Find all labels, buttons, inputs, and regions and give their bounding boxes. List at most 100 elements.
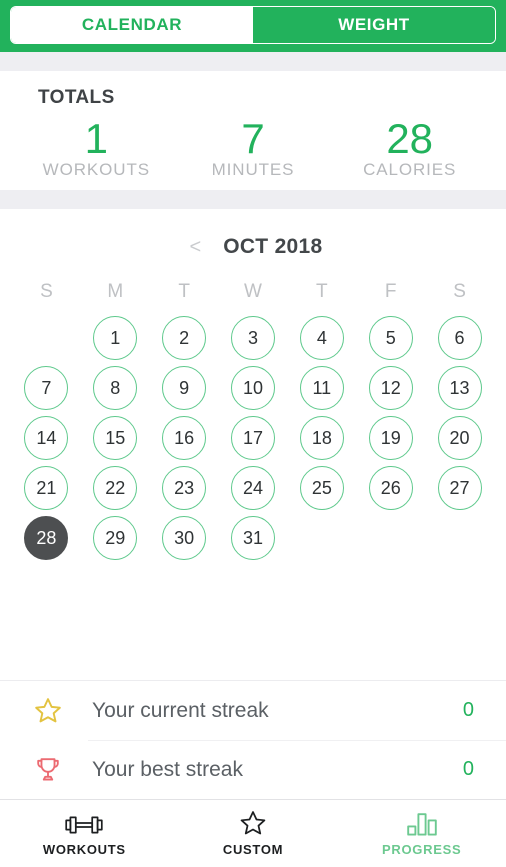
weekday-label-4: T [316,281,328,303]
calendar-day[interactable]: 14 [24,416,69,461]
calendar-day-cell: 5 [356,313,425,363]
total-workouts: 1 WORKOUTS [18,115,175,180]
streaks-section: Your current streak 0 Your best streak 0 [0,680,506,799]
calendar-day-cell: 29 [81,513,150,563]
calendar-day[interactable]: 1 [93,316,138,361]
calendar-day[interactable]: 16 [162,416,207,461]
calendar-month-label: OCT 2018 [223,235,323,259]
divider-band-middle [0,190,506,210]
calendar-day[interactable]: 22 [93,466,138,511]
calendar-day[interactable]: 30 [162,516,207,561]
streak-current-value: 0 [462,699,474,721]
calendar-day-cell: 22 [81,463,150,513]
total-minutes-label: MINUTES [211,160,295,180]
calendar-day-today[interactable]: 28 [24,516,69,561]
total-calories-value: 28 [386,115,434,162]
calendar-day[interactable]: 27 [437,466,482,511]
divider-band-top [0,52,506,71]
calendar-weekday-header: SMTWTFS [0,281,506,303]
total-calories-label: CALORIES [363,160,457,180]
calendar-day-cell: 20 [425,413,494,463]
calendar-day-cell: 14 [12,413,81,463]
calendar-day[interactable]: 3 [230,316,275,361]
weekday-label-2: T [178,281,190,303]
calendar-day[interactable]: 19 [368,416,413,461]
weekday-label-1: M [107,281,124,303]
calendar-day[interactable]: 2 [162,316,207,361]
calendar-day[interactable]: 7 [24,366,69,411]
calendar-day-cell: 27 [425,463,494,513]
nav-label-progress: PROGRESS [382,841,462,857]
nav-item-workouts[interactable]: WORKOUTS [0,800,169,867]
nav-item-progress[interactable]: PROGRESS [337,800,506,867]
calendar-day-cell: 11 [287,363,356,413]
tab-calendar[interactable]: CALENDAR [11,7,253,43]
calendar-day[interactable]: 21 [24,466,69,511]
chevron-left-icon[interactable]: < [184,235,208,259]
calendar-day[interactable]: 12 [368,366,413,411]
total-calories: 28 CALORIES [331,115,488,180]
total-workouts-value: 1 [84,115,109,162]
calendar-day[interactable]: 5 [368,316,413,361]
calendar-day[interactable]: 11 [299,366,344,411]
calendar-day[interactable]: 23 [162,466,207,511]
dumbbell-icon [64,811,104,837]
calendar-day[interactable]: 10 [230,366,275,411]
streak-row-best[interactable]: Your best streak 0 [0,740,506,799]
calendar-day[interactable]: 17 [230,416,275,461]
calendar-day[interactable]: 31 [230,516,275,561]
streak-current-label: Your current streak [92,698,269,722]
calendar-day-cell: 4 [287,313,356,363]
app-screen: CALENDAR WEIGHT TOTALS 1 WORKOUTS 7 MINU… [0,0,506,867]
calendar-day-cell: 26 [356,463,425,513]
calendar-day[interactable]: 15 [93,416,138,461]
calendar-blank-cell [12,313,81,363]
calendar-day-cell: 8 [81,363,150,413]
calendar-day-cell: 16 [150,413,219,463]
calendar-day-cell: 13 [425,363,494,413]
weekday-label-5: F [384,281,397,303]
segmented-control: CALENDAR WEIGHT [10,6,496,44]
calendar-day[interactable]: 9 [162,366,207,411]
calendar-day-cell: 12 [356,363,425,413]
star-icon [28,696,68,725]
nav-label-custom: CUSTOM [222,841,284,857]
calendar-day[interactable]: 24 [230,466,275,511]
calendar-day[interactable]: 8 [93,366,138,411]
calendar-day[interactable]: 13 [437,366,482,411]
calendar-day[interactable]: 25 [299,466,344,511]
nav-item-custom[interactable]: CUSTOM [169,800,338,867]
calendar-day[interactable]: 18 [299,416,344,461]
calendar-day-grid: 1 2 3 4 5 6 7 8 9 10 11 12 13 14 15 16 17 18 19 20 21 22 23 24 2… [0,313,506,563]
star-outline-icon [238,810,268,837]
totals-section: TOTALS 1 WORKOUTS 7 MINUTES 28 CALORIES [0,71,506,191]
calendar-day-cell: 31 [219,513,288,563]
calendar-day-cell: 30 [150,513,219,563]
calendar-day[interactable]: 6 [437,316,482,361]
nav-label-workouts: WORKOUTS [42,841,126,857]
trophy-icon [28,755,68,784]
calendar-day-cell: 6 [425,313,494,363]
calendar-section: < OCT 2018 SMTWTFS 1 2 3 4 5 6 7 8 9 10 11 12 13 14 15… [0,209,506,680]
tab-weight[interactable]: WEIGHT [253,7,495,43]
weekday-label-0: S [40,281,53,303]
weekday-label-3: W [244,281,262,303]
total-minutes: 7 MINUTES [175,115,332,180]
calendar-day-cell: 10 [219,363,288,413]
bottom-navigation: WORKOUTS CUSTOM PROGRESS [0,799,506,867]
calendar-day[interactable]: 4 [299,316,344,361]
calendar-day-cell: 21 [12,463,81,513]
calendar-day[interactable]: 29 [93,516,138,561]
calendar-day-cell: 19 [356,413,425,463]
calendar-day-cell: 1 [81,313,150,363]
calendar-day[interactable]: 26 [368,466,413,511]
bar-chart-icon [405,811,439,837]
calendar-day[interactable]: 20 [437,416,482,461]
calendar-day-cell: 18 [287,413,356,463]
streak-best-value: 0 [462,758,474,780]
calendar-day-cell: 25 [287,463,356,513]
calendar-day-cell: 24 [219,463,288,513]
calendar-day-cell: 2 [150,313,219,363]
streak-best-label: Your best streak [92,757,243,781]
streak-row-current[interactable]: Your current streak 0 [0,681,506,740]
